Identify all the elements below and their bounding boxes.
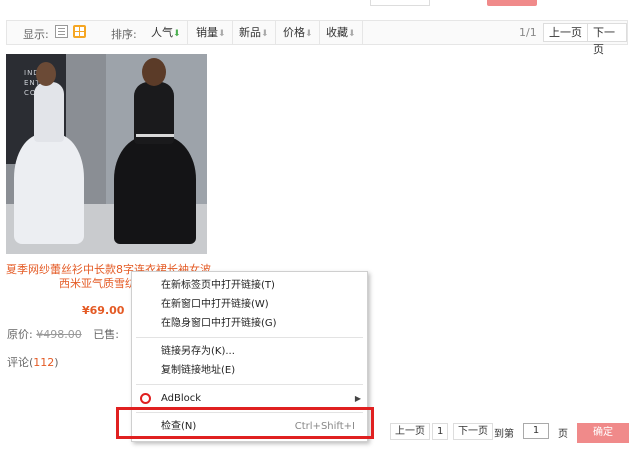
arrow-down-icon: ⬇ bbox=[261, 29, 269, 39]
top-search-input[interactable] bbox=[370, 0, 430, 6]
goto-label: 到第 bbox=[494, 429, 514, 440]
arrow-down-icon: ⬇ bbox=[173, 29, 181, 39]
dress-belt bbox=[136, 134, 174, 137]
ctx-open-new-window[interactable]: 在新窗口中打开链接(W) bbox=[132, 295, 367, 314]
arrow-down-icon: ⬇ bbox=[305, 29, 313, 39]
next-page-button[interactable]: 下一页 bbox=[587, 23, 627, 56]
display-label: 显示: bbox=[23, 28, 49, 41]
original-price-line: 原价: ¥498.00 已售: bbox=[7, 326, 119, 342]
comments-line[interactable]: 评论(112) bbox=[7, 354, 59, 370]
list-view-icon[interactable] bbox=[55, 25, 68, 38]
white-dress bbox=[14, 134, 84, 244]
ctx-open-new-tab[interactable]: 在新标签页中打开链接(T) bbox=[132, 276, 367, 295]
arrow-down-icon: ⬇ bbox=[348, 29, 356, 39]
product-image[interactable]: INDE ENT COM bbox=[6, 54, 207, 254]
original-price: ¥498.00 bbox=[36, 328, 82, 341]
prev-page-button[interactable]: 上一页 bbox=[543, 23, 588, 42]
ctx-copy-link-address[interactable]: 复制链接地址(E) bbox=[132, 361, 367, 380]
sort-label: 排序: bbox=[111, 28, 137, 41]
comments-label: 评论 bbox=[7, 356, 29, 369]
sort-favorites[interactable]: 收藏⬇ bbox=[320, 21, 363, 44]
goto-page-input[interactable]: 1 bbox=[523, 423, 549, 439]
top-search-button[interactable] bbox=[487, 0, 537, 6]
arrow-down-icon: ⬇ bbox=[218, 29, 226, 39]
comments-count: 112 bbox=[33, 356, 55, 369]
grid-view-icon[interactable] bbox=[73, 25, 86, 38]
sort-sales[interactable]: 销量⬇ bbox=[190, 21, 233, 44]
sort-price[interactable]: 价格⬇ bbox=[277, 21, 320, 44]
white-dress-top bbox=[34, 82, 64, 142]
sort-new[interactable]: 新品⬇ bbox=[233, 21, 276, 44]
ctx-save-link-as[interactable]: 链接另存为(K)... bbox=[132, 342, 367, 361]
confirm-button[interactable]: 确定 bbox=[577, 423, 629, 443]
original-price-label: 原价: bbox=[7, 328, 33, 341]
bottom-page-1-button[interactable]: 1 bbox=[432, 423, 449, 440]
sold-label: 已售: bbox=[93, 328, 119, 341]
ctx-separator bbox=[136, 384, 363, 385]
product-price: ¥69.00 bbox=[82, 304, 125, 317]
ctx-open-incognito[interactable]: 在隐身窗口中打开链接(G) bbox=[132, 314, 367, 333]
opera-icon bbox=[140, 393, 151, 404]
model-head bbox=[142, 58, 166, 86]
ctx-adblock[interactable]: AdBlock ▶ bbox=[132, 389, 367, 408]
ctx-separator bbox=[136, 337, 363, 338]
page-count: 1/1 bbox=[519, 26, 537, 39]
bottom-prev-page-button[interactable]: 上一页 bbox=[390, 423, 430, 440]
submenu-arrow-icon: ▶ bbox=[354, 394, 361, 403]
bottom-next-page-button[interactable]: 下一页 bbox=[453, 423, 493, 440]
inspect-highlight-box bbox=[116, 407, 374, 439]
sort-popularity[interactable]: 人气⬇ bbox=[145, 21, 188, 44]
black-dress bbox=[114, 136, 196, 244]
sort-toolbar: 显示: 排序: 人气⬇ 销量⬇ 新品⬇ 价格⬇ 收藏⬇ 1/1 上一页 下一页 bbox=[6, 20, 628, 56]
top-strip bbox=[0, 0, 640, 6]
model-head bbox=[36, 62, 56, 86]
page-unit-label: 页 bbox=[558, 429, 568, 440]
